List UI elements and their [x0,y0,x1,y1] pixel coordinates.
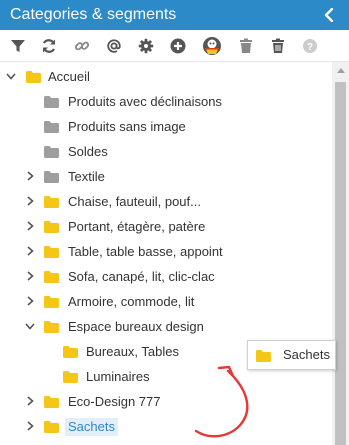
tree-item-3[interactable]: Soldes [0,139,332,164]
folder-icon [44,96,59,108]
filter-icon[interactable] [8,36,28,56]
panel-header: Categories & segments [0,0,349,30]
folder-icon [44,246,59,258]
tree-item-label[interactable]: Armoire, commode, lit [68,293,194,311]
svg-text:?: ? [307,42,313,53]
tree-item-9[interactable]: Armoire, commode, lit [0,289,332,314]
tree-item-accueil[interactable]: Accueil [0,64,332,89]
folder-icon [44,146,59,158]
scroll-up-arrow-icon[interactable] [332,62,349,79]
tree-item-label[interactable]: Sofa, canapé, lit, clic-clac [68,268,215,286]
tree-item-7[interactable]: Table, table basse, appoint [0,239,332,264]
chevron-right-icon[interactable] [24,245,36,257]
folder-icon [256,350,271,362]
chevron-right-icon[interactable] [24,295,36,307]
folder-icon [63,346,78,358]
refresh-icon[interactable] [39,36,59,56]
tree-item-2[interactable]: Produits sans image [0,114,332,139]
panel-title: Categories & segments [10,6,177,23]
add-icon[interactable] [168,36,188,56]
chevron-left-icon[interactable] [319,5,339,25]
tree-item-label[interactable]: Chaise, fauteuil, pouf... [68,193,201,211]
link-icon[interactable] [72,36,92,56]
help-icon[interactable]: ? [300,36,320,56]
chevron-right-icon[interactable] [24,420,36,432]
tree-item-label[interactable]: Espace bureaux design [68,318,204,336]
tree-item-label[interactable]: Portant, étagère, patère [68,218,205,236]
tree-item-label[interactable]: Luminaires [86,368,150,386]
tree-item-label[interactable]: Sachets [65,418,118,436]
toolbar: ? [0,30,349,62]
tree-item-label[interactable]: Accueil [48,68,90,86]
folder-icon [44,296,59,308]
drag-proxy: Sachets [247,340,336,370]
tree-item-6[interactable]: Portant, étagère, patère [0,214,332,239]
chevron-down-icon[interactable] [5,70,17,82]
folder-icon [44,321,59,333]
folder-icon [44,171,59,183]
tree-item-1[interactable]: Produits avec déclinaisons [0,89,332,114]
chevron-right-icon[interactable] [24,195,36,207]
tree-item-4[interactable]: Textile [0,164,332,189]
folder-icon [26,71,41,83]
tree-item-label[interactable]: Produits sans image [68,118,186,136]
user-badge-icon[interactable] [202,36,222,56]
trash-all-icon[interactable] [268,36,288,56]
gear-icon[interactable] [136,36,156,56]
tree-item-14[interactable]: Sachets [0,414,332,439]
chevron-right-icon[interactable] [24,220,36,232]
tree-item-label[interactable]: Produits avec déclinaisons [68,93,222,111]
folder-icon [44,421,59,433]
category-tree: Accueil Produits avec déclinaisons Produit… [0,62,332,445]
tree-scrollbar[interactable] [332,62,349,445]
tree-item-label[interactable]: Eco-Design 777 [68,393,161,411]
trash-icon[interactable] [236,36,256,56]
chevron-down-icon[interactable] [24,320,36,332]
at-icon[interactable] [104,36,124,56]
chevron-right-icon[interactable] [24,395,36,407]
tree-item-label[interactable]: Table, table basse, appoint [68,243,223,261]
tree-item-10[interactable]: Espace bureaux design [0,314,332,339]
folder-icon [44,396,59,408]
tree-item-label[interactable]: Bureaux, Tables [86,343,179,361]
tree-item-label[interactable]: Textile [68,168,105,186]
folder-icon [44,121,59,133]
tree-item-label[interactable]: Soldes [68,143,108,161]
tree-item-5[interactable]: Chaise, fauteuil, pouf... [0,189,332,214]
scrollbar-thumb[interactable] [335,82,346,445]
folder-icon [44,221,59,233]
tree-item-8[interactable]: Sofa, canapé, lit, clic-clac [0,264,332,289]
chevron-right-icon[interactable] [24,170,36,182]
folder-icon [63,371,78,383]
drag-proxy-label: Sachets [283,347,330,362]
folder-icon [44,196,59,208]
tree-item-13[interactable]: Eco-Design 777 [0,389,332,414]
folder-icon [44,271,59,283]
chevron-right-icon[interactable] [24,270,36,282]
